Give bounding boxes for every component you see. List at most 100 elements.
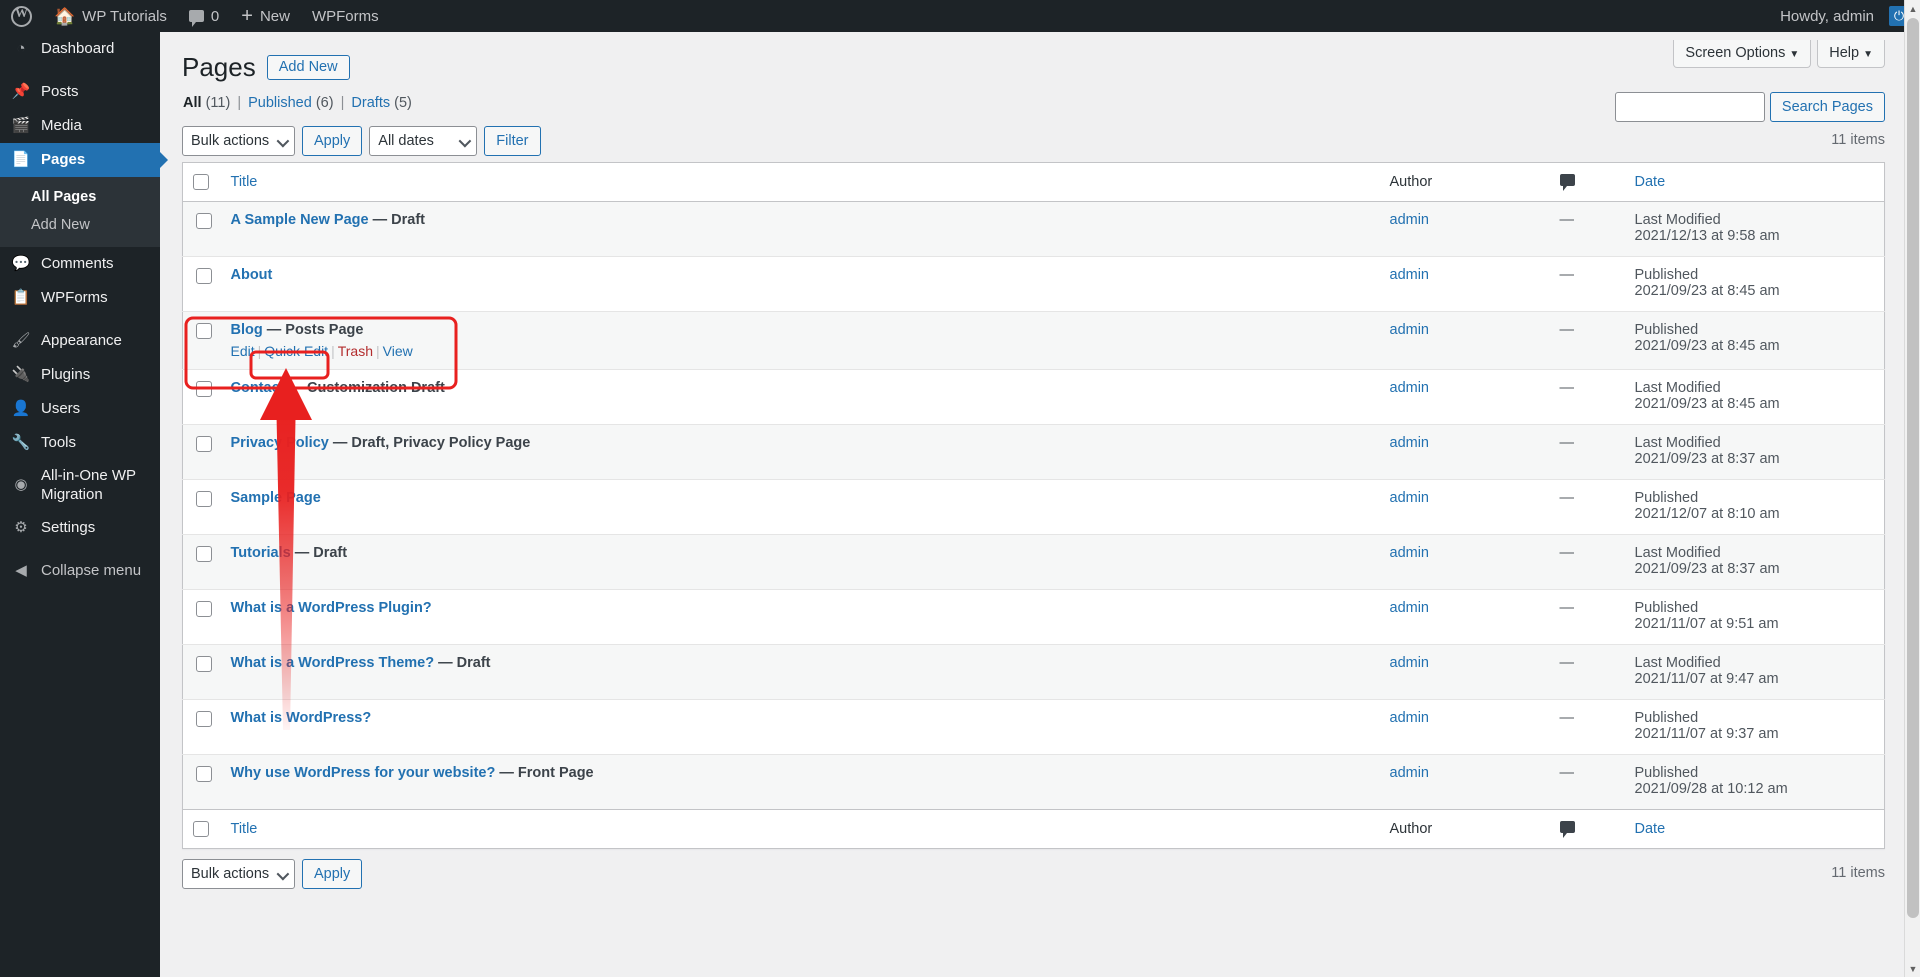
sidebar-item-label: Tools [41, 433, 77, 451]
sidebar-item-posts[interactable]: 📌 Posts [0, 75, 160, 109]
row-author-link[interactable]: admin [1390, 545, 1430, 561]
collapse-menu-button[interactable]: ◀ Collapse menu [0, 555, 160, 589]
row-title-link[interactable]: Privacy Policy [231, 435, 329, 451]
row-author-link[interactable]: admin [1390, 322, 1430, 338]
sidebar-subitem-add-new[interactable]: Add New [0, 211, 160, 239]
row-checkbox[interactable] [196, 322, 212, 339]
my-account-menu[interactable]: Howdy, admin ⏻ [1769, 0, 1920, 32]
search-input[interactable] [1614, 92, 1765, 122]
wpforms-menu[interactable]: WPForms [301, 0, 390, 32]
row-author-link[interactable]: admin [1390, 267, 1430, 283]
row-checkbox[interactable] [196, 600, 212, 617]
row-action-quick-edit[interactable]: Quick Edit [264, 343, 328, 359]
row-author-link[interactable]: admin [1390, 212, 1430, 228]
comments-bubble-menu[interactable]: 0 [178, 0, 230, 32]
row-title-wrapper: What is a WordPress Theme? — Draft [231, 655, 1370, 689]
row-checkbox[interactable] [196, 710, 212, 727]
view-link-published[interactable]: Published [248, 95, 312, 111]
row-title-link[interactable]: Contact [231, 380, 285, 396]
wordpress-logo-menu[interactable] [0, 0, 43, 32]
row-action-edit[interactable]: Edit [231, 343, 255, 359]
row-comments-cell: — [1549, 533, 1625, 590]
sidebar-item-appearance[interactable]: 🖌 Appearance [0, 324, 160, 358]
apply-button-top[interactable]: Apply [302, 125, 363, 156]
sidebar-item-all-in-one-wp-migration[interactable]: ◉ All-in-One WP Migration [0, 460, 160, 512]
scrollbar-thumb[interactable] [1907, 18, 1919, 918]
sidebar-item-wpforms[interactable]: 📋 WPForms [0, 281, 160, 315]
sidebar-item-dashboard[interactable]: ◔ Dashboard [0, 32, 160, 66]
new-content-menu[interactable]: + New [230, 0, 301, 32]
row-checkbox[interactable] [196, 545, 212, 562]
date-filter-select[interactable]: All dates [369, 125, 478, 156]
sidebar-item-settings[interactable]: ⚙ Settings [0, 512, 160, 546]
select-all-checkbox-bottom[interactable] [193, 820, 209, 837]
sort-by-title-link-bottom[interactable]: Title [231, 821, 258, 837]
row-title-link[interactable]: A Sample New Page [231, 212, 369, 228]
row-checkbox[interactable] [196, 765, 212, 782]
scroll-down-arrow-icon[interactable]: ▼ [1905, 960, 1920, 977]
sidebar-item-media[interactable]: 🎬 Media [0, 109, 160, 143]
row-date-status: Published [1634, 764, 1699, 781]
row-author-link[interactable]: admin [1390, 765, 1430, 781]
pages-list-table: Title Author Date A Sample New Page — Dr… [182, 161, 1885, 849]
add-new-button[interactable]: Add New [266, 55, 350, 81]
paintbrush-icon: 🖌 [11, 331, 31, 349]
sort-by-date-link-bottom[interactable]: Date [1635, 821, 1666, 837]
row-title-link[interactable]: Tutorials [231, 545, 291, 561]
row-title-link[interactable]: What is a WordPress Theme? [231, 655, 435, 671]
table-row: Tutorials — Draft admin — Last Modified 2021… [182, 533, 1885, 590]
view-link-all[interactable]: All [183, 95, 202, 111]
sidebar-item-pages[interactable]: 📄 Pages [0, 143, 168, 177]
row-post-state: — Front Page [499, 764, 594, 781]
row-checkbox[interactable] [196, 435, 212, 452]
row-title-link[interactable]: Why use WordPress for your website? [231, 765, 496, 781]
row-title-link[interactable]: About [231, 267, 273, 283]
row-select-cell [182, 753, 221, 810]
row-author-link[interactable]: admin [1390, 655, 1430, 671]
screen-options-button[interactable]: Screen Options ▼ [1673, 40, 1812, 68]
search-pages-button[interactable]: Search Pages [1769, 92, 1885, 122]
row-author-cell: admin [1379, 310, 1550, 370]
row-title-link[interactable]: Blog [231, 322, 263, 338]
sort-by-date-link[interactable]: Date [1635, 174, 1666, 190]
select-all-checkbox-top[interactable] [193, 173, 209, 190]
row-checkbox[interactable] [196, 267, 212, 284]
help-button[interactable]: Help ▼ [1817, 40, 1885, 68]
row-checkbox[interactable] [196, 212, 212, 229]
bulk-actions-select-top[interactable]: Bulk actions [182, 125, 295, 156]
row-title-link[interactable]: Sample Page [231, 490, 321, 506]
sidebar-item-comments[interactable]: 💬 Comments [0, 247, 160, 281]
row-author-link[interactable]: admin [1390, 710, 1430, 726]
view-count-published: (6) [315, 94, 334, 111]
filter-button[interactable]: Filter [484, 125, 541, 156]
row-title-link[interactable]: What is WordPress? [231, 710, 372, 726]
date-filter-select-wrapper: All dates [369, 125, 478, 156]
page-scrollbar[interactable]: ▲ ▼ [1904, 0, 1920, 977]
row-comments-count: — [1559, 709, 1575, 726]
row-author-link[interactable]: admin [1390, 435, 1430, 451]
sidebar-item-plugins[interactable]: 🔌 Plugins [0, 358, 160, 392]
row-checkbox[interactable] [196, 380, 212, 397]
row-title-link[interactable]: What is a WordPress Plugin? [231, 600, 432, 616]
sidebar-item-users[interactable]: 👤 Users [0, 392, 160, 426]
row-action-view[interactable]: View [383, 343, 413, 359]
row-title-cell: Privacy Policy — Draft, Privacy Policy P… [220, 423, 1380, 480]
scroll-up-arrow-icon[interactable]: ▲ [1905, 0, 1920, 17]
site-name-menu[interactable]: 🏠 WP Tutorials [43, 0, 178, 32]
row-checkbox[interactable] [196, 655, 212, 672]
bulk-actions-select-bottom[interactable]: Bulk actions [182, 858, 295, 889]
apply-button-bottom[interactable]: Apply [302, 858, 363, 889]
row-date-cell: Last Modified 2021/09/23 at 8:45 am [1624, 368, 1885, 425]
sort-by-title-link[interactable]: Title [231, 174, 258, 190]
row-author-link[interactable]: admin [1390, 490, 1430, 506]
sidebar-item-tools[interactable]: 🔧 Tools [0, 426, 160, 460]
sidebar-subitem-all-pages[interactable]: All Pages [0, 183, 160, 211]
row-date-value: 2021/09/28 at 10:12 am [1634, 780, 1788, 797]
view-link-drafts[interactable]: Drafts [351, 95, 390, 111]
row-author-link[interactable]: admin [1390, 380, 1430, 396]
row-checkbox[interactable] [196, 490, 212, 507]
row-author-link[interactable]: admin [1390, 600, 1430, 616]
row-action-trash[interactable]: Trash [338, 343, 373, 359]
row-post-state: — Draft [294, 544, 348, 561]
row-date-status: Last Modified [1634, 434, 1721, 451]
